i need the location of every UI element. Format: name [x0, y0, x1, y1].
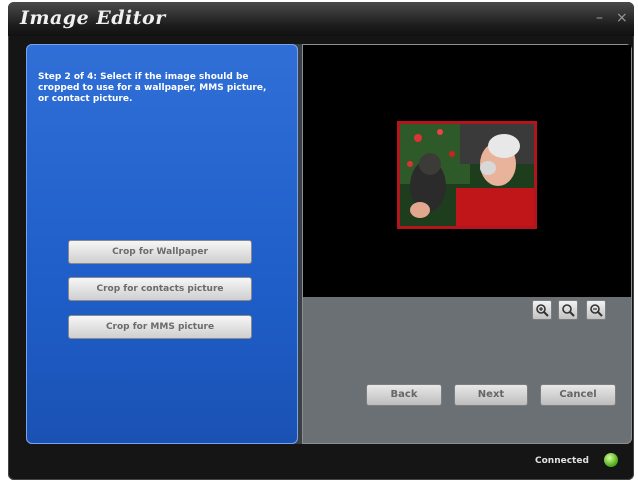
- zoom-out-button[interactable]: [586, 300, 606, 320]
- photo-preview: [400, 124, 534, 226]
- step-instructions: Step 2 of 4: Select if the image should …: [38, 72, 267, 104]
- zoom-in-button[interactable]: [532, 300, 552, 320]
- window-title: Image Editor: [20, 7, 166, 29]
- preview-area: Back Next Cancel: [302, 44, 632, 444]
- zoom-fit-icon: [562, 304, 575, 317]
- connected-status-icon: [604, 453, 618, 467]
- image-editor-window: Image Editor – × Step 2 of 4: Select if …: [8, 2, 634, 480]
- zoom-out-icon: [590, 304, 603, 317]
- image-preview: [303, 45, 631, 297]
- connection-status-text: Connected: [535, 456, 589, 466]
- crop-contacts-button[interactable]: Crop for contacts picture: [68, 277, 252, 301]
- photo-preview-frame: [397, 121, 537, 229]
- zoom-in-icon: [536, 304, 549, 317]
- editor-content: Step 2 of 4: Select if the image should …: [26, 44, 632, 444]
- cancel-button[interactable]: Cancel: [540, 384, 616, 406]
- minimize-button[interactable]: –: [596, 10, 603, 26]
- crop-wallpaper-button[interactable]: Crop for Wallpaper: [68, 240, 252, 264]
- crop-mms-button[interactable]: Crop for MMS picture: [68, 315, 252, 339]
- crop-options-panel: Step 2 of 4: Select if the image should …: [26, 44, 298, 444]
- close-button[interactable]: ×: [616, 10, 628, 26]
- back-button[interactable]: Back: [366, 384, 442, 406]
- zoom-fit-button[interactable]: [558, 300, 578, 320]
- next-button[interactable]: Next: [454, 384, 528, 406]
- title-bar[interactable]: Image Editor – ×: [8, 2, 634, 36]
